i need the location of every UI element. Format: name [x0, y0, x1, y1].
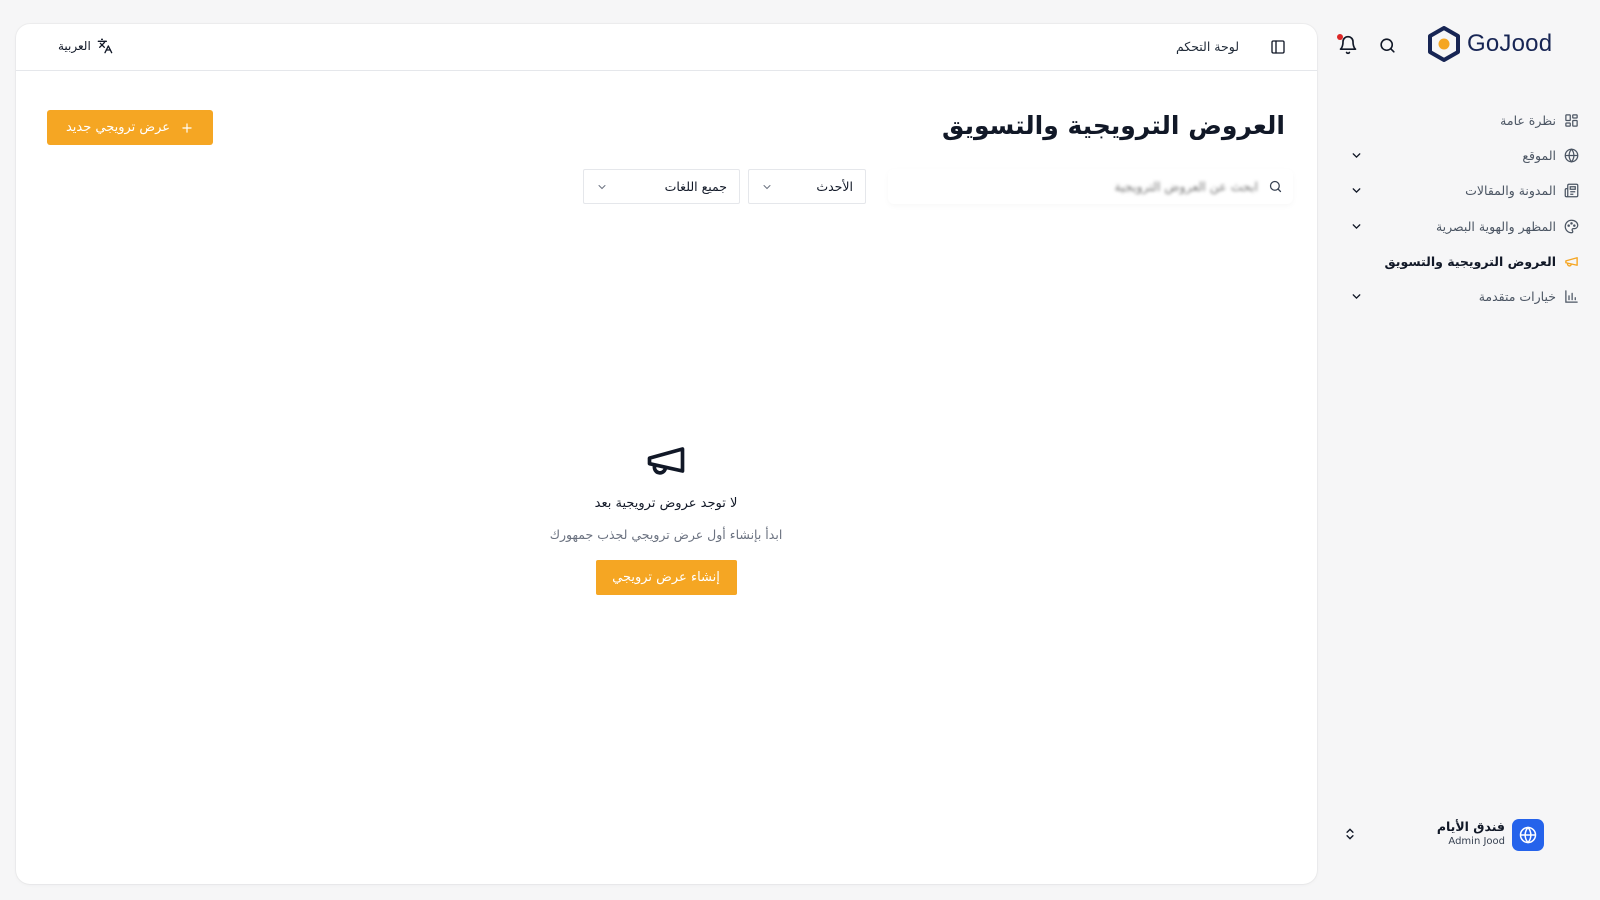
chevron-down-icon — [596, 181, 608, 193]
main-content-card: العربية لوحة التحكم العروض الترويجية وال… — [16, 24, 1317, 884]
notification-badge — [1337, 34, 1343, 40]
sidebar-item-overview[interactable]: نظرة عامة — [1330, 103, 1600, 138]
sidebar-item-label: خيارات متقدمة — [1478, 289, 1556, 305]
sidebar-item-advanced[interactable]: خيارات متقدمة — [1330, 279, 1600, 314]
new-promo-button-label: عرض ترويجي جديد — [65, 120, 171, 135]
chevron-down-icon — [1350, 220, 1363, 233]
sidebar-item-label: العروض الترويجية والتسويق — [1384, 253, 1556, 269]
brand-name: GoJood — [1467, 30, 1553, 57]
megaphone-icon — [1564, 254, 1579, 269]
sidebar-item-label: نظرة عامة — [1500, 113, 1556, 129]
globe-icon — [1519, 826, 1537, 844]
chevron-down-icon — [1350, 290, 1363, 303]
search-button[interactable] — [1378, 36, 1397, 55]
sidebar-item-label: الموقع — [1522, 148, 1556, 164]
language-filter-select[interactable]: جميع اللغات — [583, 169, 740, 204]
globe-icon — [1564, 148, 1579, 163]
search-icon — [1378, 36, 1397, 55]
sidebar-item-appearance[interactable]: المظهر والهوية البصرية — [1330, 209, 1600, 244]
breadcrumb[interactable]: لوحة التحكم — [1176, 39, 1239, 54]
empty-state-subtitle: ابدأ بإنشاء أول عرض ترويجي لجذب جمهورك — [549, 527, 783, 542]
gojood-logo-icon — [1427, 26, 1461, 62]
palette-icon — [1564, 219, 1579, 234]
chevron-down-icon — [1350, 149, 1363, 162]
avatar — [1512, 819, 1544, 851]
overview-grid-icon — [1564, 113, 1579, 128]
empty-state: لا توجد عروض ترويجية بعد ابدأ بإنشاء أول… — [466, 438, 866, 595]
sidebar-toggle-button[interactable] — [1270, 39, 1286, 55]
plus-icon — [180, 121, 194, 135]
panel-icon — [1270, 39, 1286, 55]
sidebar-item-blog[interactable]: المدونة والمقالات — [1330, 173, 1600, 208]
sidebar-item-promotions[interactable]: العروض الترويجية والتسويق — [1330, 244, 1600, 279]
bar-chart-icon — [1564, 289, 1579, 304]
new-promo-button[interactable]: عرض ترويجي جديد — [47, 110, 213, 145]
sort-select-value: الأحدث — [816, 179, 853, 194]
sidebar-item-website[interactable]: الموقع — [1330, 138, 1600, 173]
language-filter-value: جميع اللغات — [664, 179, 727, 194]
sidebar-item-label: المدونة والمقالات — [1465, 183, 1556, 199]
chevron-down-icon — [1350, 184, 1363, 197]
top-bar: العربية لوحة التحكم — [16, 24, 1317, 71]
language-switcher[interactable]: العربية — [58, 38, 113, 54]
sidebar-item-label: المظهر والهوية البصرية — [1435, 218, 1556, 234]
account-role: Admin Jood — [1448, 836, 1505, 847]
empty-state-title: لا توجد عروض ترويجية بعد — [594, 496, 738, 511]
newspaper-icon — [1564, 183, 1579, 198]
sidebar-nav: نظرة عامة الموقع المدونة والمقالات المظه… — [1330, 103, 1600, 314]
create-promo-button[interactable]: إنشاء عرض ترويجي — [595, 560, 737, 595]
page-title: العروض الترويجية والتسويق — [942, 111, 1285, 140]
account-info: فندق الأيام Admin Jood — [1437, 819, 1505, 847]
account-name: فندق الأيام — [1436, 819, 1505, 834]
language-label: العربية — [58, 39, 91, 53]
search-box — [888, 169, 1293, 204]
brand-logo[interactable]: GoJood — [1427, 26, 1552, 62]
megaphone-icon — [644, 438, 688, 482]
account-switcher[interactable]: فندق الأيام Admin Jood — [1341, 815, 1546, 855]
sort-select[interactable]: الأحدث — [748, 169, 866, 204]
search-icon — [1268, 179, 1283, 194]
search-input[interactable] — [898, 169, 1258, 204]
chevrons-up-down-icon — [1343, 826, 1357, 842]
chevron-down-icon — [761, 181, 773, 193]
translate-icon — [97, 38, 113, 54]
